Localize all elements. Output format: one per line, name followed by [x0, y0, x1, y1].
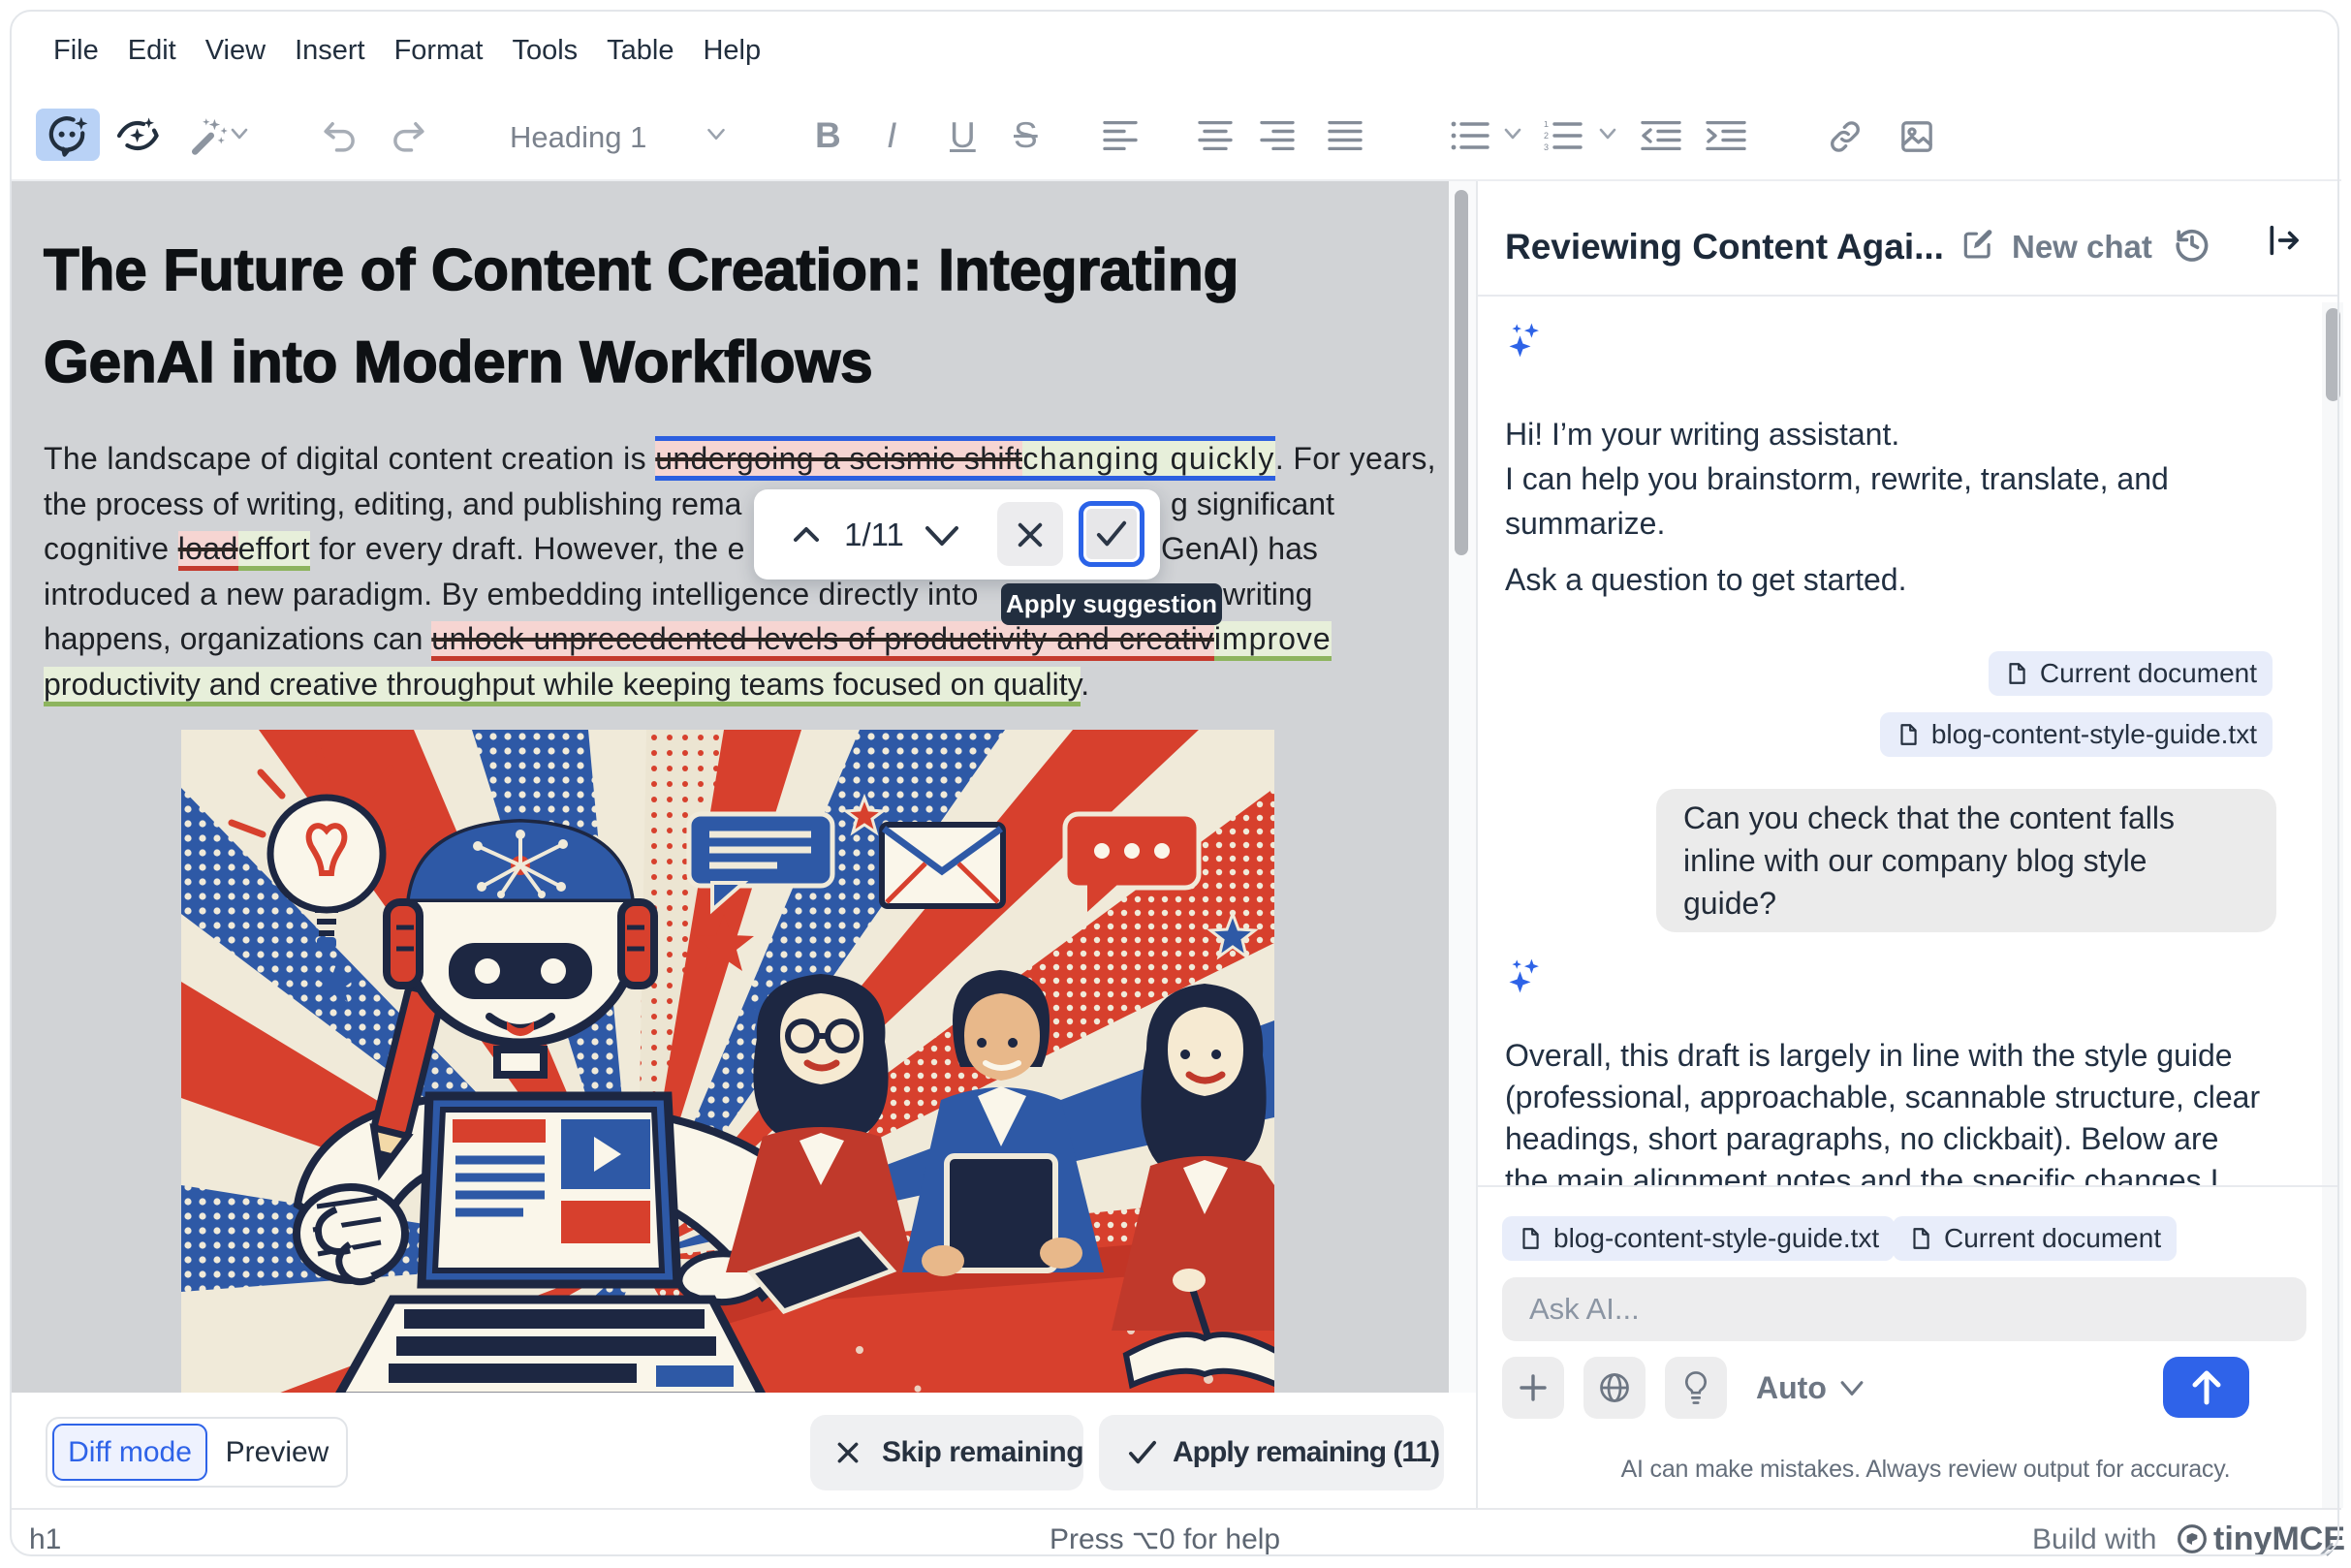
svg-text:1: 1 [1544, 121, 1549, 129]
svg-text:2: 2 [1544, 131, 1549, 141]
svg-text:3: 3 [1544, 142, 1549, 150]
